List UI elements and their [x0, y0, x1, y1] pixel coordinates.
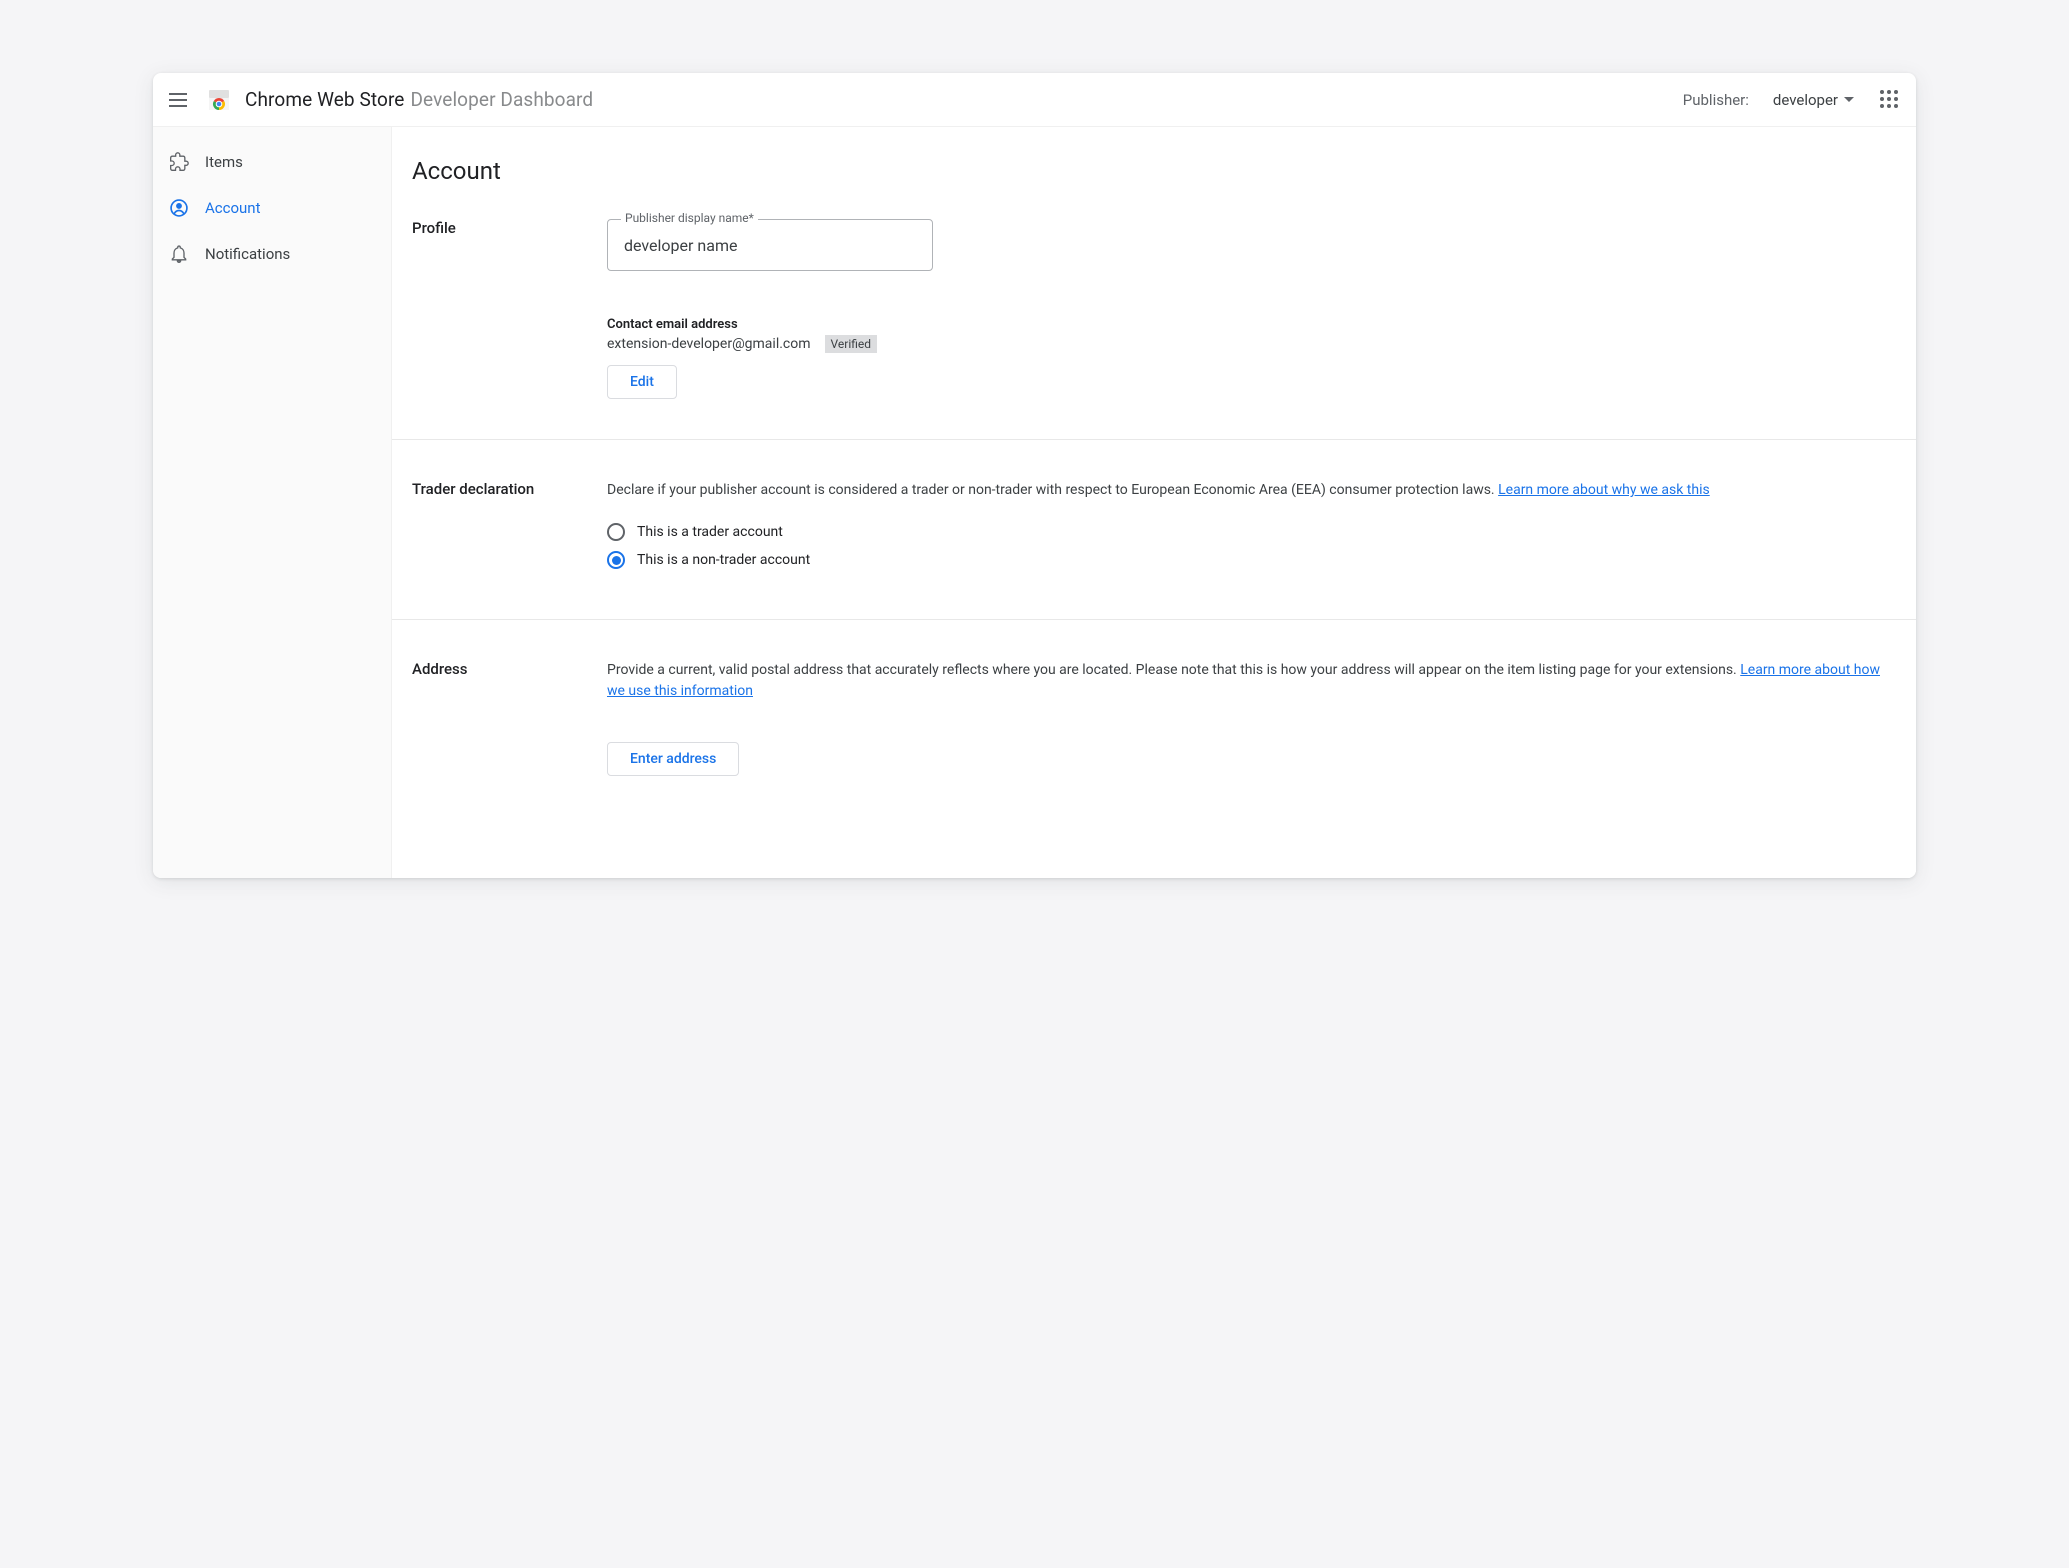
radio-icon: [607, 523, 625, 541]
radio-icon-selected: [607, 551, 625, 569]
chevron-down-icon: [1844, 97, 1854, 102]
bell-icon: [169, 244, 189, 264]
google-apps-icon[interactable]: [1880, 90, 1900, 110]
main-content: Account Profile Publisher display name* …: [391, 127, 1916, 878]
contact-email-label: Contact email address: [607, 317, 1876, 332]
trader-description: Declare if your publisher account is con…: [607, 480, 1876, 501]
body-area: Items Account Notifications Account Prof…: [153, 127, 1916, 878]
account-icon: [169, 198, 189, 218]
section-label-profile: Profile: [412, 219, 587, 399]
display-name-field-wrap: Publisher display name*: [607, 219, 933, 271]
radio-nontrader[interactable]: This is a non-trader account: [607, 551, 1876, 569]
enter-address-button[interactable]: Enter address: [607, 742, 739, 776]
publisher-selected: developer: [1773, 91, 1838, 109]
display-name-label: Publisher display name*: [621, 211, 758, 225]
sidebar-item-notifications[interactable]: Notifications: [153, 231, 391, 277]
section-label-address: Address: [412, 660, 587, 776]
sidebar-item-label: Notifications: [205, 245, 290, 263]
edit-email-button[interactable]: Edit: [607, 365, 677, 399]
display-name-input[interactable]: [607, 219, 933, 271]
publisher-label: Publisher:: [1683, 91, 1749, 109]
dashboard-window: Chrome Web Store Developer Dashboard Pub…: [153, 73, 1916, 878]
section-trader-declaration: Trader declaration Declare if your publi…: [392, 440, 1916, 620]
sidebar: Items Account Notifications: [153, 127, 391, 878]
section-address: Address Provide a current, valid postal …: [392, 620, 1916, 806]
sidebar-item-account[interactable]: Account: [153, 185, 391, 231]
contact-email-row: extension-developer@gmail.com Verified: [607, 335, 1876, 353]
sidebar-item-label: Items: [205, 153, 243, 171]
topbar: Chrome Web Store Developer Dashboard Pub…: [153, 73, 1916, 127]
trader-description-text: Declare if your publisher account is con…: [607, 482, 1498, 498]
hamburger-menu-icon[interactable]: [169, 88, 193, 112]
publisher-dropdown[interactable]: developer: [1773, 91, 1854, 109]
section-profile: Profile Publisher display name* Contact …: [392, 209, 1916, 440]
title-sub: Developer Dashboard: [410, 88, 593, 111]
radio-label-nontrader: This is a non-trader account: [637, 552, 810, 568]
verified-badge: Verified: [825, 335, 878, 353]
address-description: Provide a current, valid postal address …: [607, 660, 1886, 702]
section-label-trader: Trader declaration: [412, 480, 587, 579]
app-title: Chrome Web Store Developer Dashboard: [245, 88, 593, 111]
contact-email-value: extension-developer@gmail.com: [607, 336, 811, 352]
page-title: Account: [392, 127, 1916, 209]
sidebar-item-label: Account: [205, 199, 261, 217]
radio-trader[interactable]: This is a trader account: [607, 523, 1876, 541]
title-main: Chrome Web Store: [245, 88, 404, 111]
radio-label-trader: This is a trader account: [637, 524, 783, 540]
chrome-web-store-logo-icon: [207, 88, 231, 112]
extension-icon: [169, 152, 189, 172]
sidebar-item-items[interactable]: Items: [153, 139, 391, 185]
trader-learn-more-link[interactable]: Learn more about why we ask this: [1498, 482, 1710, 498]
address-description-text: Provide a current, valid postal address …: [607, 662, 1740, 678]
